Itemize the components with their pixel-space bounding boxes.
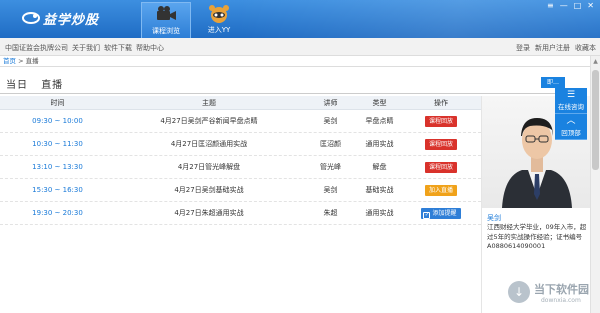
link-bookmark[interactable]: 收藏本 xyxy=(575,43,596,53)
row-time: 09:30 ~ 10:00 xyxy=(32,117,83,125)
row-topic[interactable]: 4月27日吴剑严谷新闻早盘点睛 xyxy=(115,116,303,126)
back-to-top-button[interactable]: ︿ 回顶部 xyxy=(555,114,587,140)
page-title-today: 当日 xyxy=(6,80,28,91)
chat-icon: ☰ xyxy=(566,90,576,100)
link-login[interactable]: 登录 xyxy=(516,43,530,53)
menu-icon[interactable]: ≡ xyxy=(547,1,554,10)
tab-course-browse[interactable]: 课程浏览 xyxy=(141,2,191,38)
replay-button[interactable]: 课程回放 xyxy=(424,161,457,173)
app-logo: 益学炒股 xyxy=(22,9,100,28)
page-title-live: 直播 xyxy=(41,80,64,91)
add-reminder-label: 添加提醒 xyxy=(432,209,457,217)
row-type: 通用实战 xyxy=(365,140,394,148)
download-arrow-icon: ↓ xyxy=(508,281,530,303)
divider xyxy=(0,93,585,94)
replay-button[interactable]: 课程回放 xyxy=(424,115,457,127)
back-to-top-label: 回顶部 xyxy=(561,129,581,137)
table-header: 时间 主题 讲师 类型 操作 xyxy=(0,96,481,110)
vertical-scrollbar[interactable]: ▲ xyxy=(590,56,600,313)
table-row: 13:10 ~ 13:30 4月27日管光峰解盘 管光峰 解盘 课程回放 xyxy=(0,156,481,179)
scrollbar-thumb[interactable] xyxy=(592,70,599,170)
video-camera-icon xyxy=(157,6,176,20)
link-download[interactable]: 软件下载 xyxy=(104,43,132,53)
header-type: 类型 xyxy=(372,98,387,107)
table-row: 09:30 ~ 10:00 4月27日吴剑严谷新闻早盘点睛 吴剑 早盘点睛 课程… xyxy=(0,110,481,133)
row-time: 10:30 ~ 11:30 xyxy=(32,140,83,148)
page-title: 当日 直播 xyxy=(6,76,63,91)
add-reminder-button[interactable]: ✓ 添加提醒 xyxy=(421,207,461,219)
row-time: 19:30 ~ 20:30 xyxy=(32,209,83,217)
tab-yy-label: 进入YY xyxy=(207,26,231,34)
more-tab[interactable]: 即… xyxy=(541,77,565,88)
table-row: 10:30 ~ 11:30 4月27日匡沼颜通用实战 匡沼颜 通用实战 课程回放 xyxy=(0,133,481,156)
app-name: 益学炒股 xyxy=(43,12,100,28)
row-topic[interactable]: 4月27日吴剑基础实战 xyxy=(115,185,303,195)
row-teacher: 匡沼颜 xyxy=(320,140,341,148)
breadcrumb-current: 直播 xyxy=(25,57,39,65)
header-topic: 主题 xyxy=(202,98,216,107)
row-teacher: 管光峰 xyxy=(320,163,341,171)
link-register[interactable]: 新用户注册 xyxy=(535,43,570,53)
breadcrumb-separator: > xyxy=(16,57,26,65)
window-controls: ≡ — □ ✕ xyxy=(547,1,594,10)
table-row: 19:30 ~ 20:30 4月27日朱超通用实战 朱超 通用实战 ✓ 添加提醒 xyxy=(0,202,481,225)
row-time: 15:30 ~ 16:30 xyxy=(32,186,83,194)
teacher-bio: 江西财经大学毕业，09年入市，超 过5年的实战操作经验；证书编号 A088061… xyxy=(487,223,587,250)
title-bar: 益学炒股 课程浏览 进入YY ≡ — □ ✕ xyxy=(0,0,600,38)
join-live-button[interactable]: 加入直播 xyxy=(424,184,457,196)
link-license[interactable]: 中国证监会执牌公司 xyxy=(5,43,68,53)
row-topic[interactable]: 4月27日匡沼颜通用实战 xyxy=(115,139,303,149)
close-icon[interactable]: ✕ xyxy=(587,1,594,10)
row-teacher: 吴剑 xyxy=(323,117,338,125)
row-topic[interactable]: 4月27日朱超通用实战 xyxy=(115,208,303,218)
skyline-decoration xyxy=(240,0,600,38)
online-consult-label: 在线咨询 xyxy=(558,103,584,111)
replay-button[interactable]: 课程回放 xyxy=(424,138,457,150)
row-type: 通用实战 xyxy=(365,209,394,217)
row-teacher: 朱超 xyxy=(323,209,338,217)
yy-raccoon-icon xyxy=(209,5,229,23)
minimize-icon[interactable]: — xyxy=(560,1,568,10)
row-type: 解盘 xyxy=(372,163,387,171)
header-action: 操作 xyxy=(434,98,448,107)
link-about[interactable]: 关于我们 xyxy=(72,43,100,53)
watermark-title: 当下软件园 xyxy=(534,283,589,296)
tab-enter-yy[interactable]: 进入YY xyxy=(194,2,244,38)
header-teacher: 讲师 xyxy=(323,98,338,107)
table-row: 15:30 ~ 16:30 4月27日吴剑基础实战 吴剑 基础实战 加入直播 xyxy=(0,179,481,202)
teacher-name[interactable]: 吴剑 xyxy=(487,213,501,223)
scroll-up-icon[interactable]: ▲ xyxy=(592,58,599,66)
top-link-bar: 中国证监会执牌公司 关于我们 软件下载 帮助中心 登录 新用户注册 收藏本 xyxy=(0,38,600,56)
floating-panel: ☰ 在线咨询 ︿ 回顶部 xyxy=(555,88,587,140)
breadcrumb-home[interactable]: 首页 xyxy=(3,57,16,65)
row-teacher: 吴剑 xyxy=(323,186,338,194)
row-topic[interactable]: 4月27日管光峰解盘 xyxy=(115,162,303,172)
app-window: 益学炒股 课程浏览 进入YY ≡ — □ ✕ 中国证监会执牌公司 关于我们 软件… xyxy=(0,0,600,313)
header-time: 时间 xyxy=(50,98,65,107)
link-help[interactable]: 帮助中心 xyxy=(136,43,164,53)
row-type: 早盘点睛 xyxy=(365,117,394,125)
schedule-table: 时间 主题 讲师 类型 操作 09:30 ~ 10:00 4月27日吴剑严谷新闻… xyxy=(0,96,481,225)
row-type: 基础实战 xyxy=(365,186,394,194)
checkbox-icon: ✓ xyxy=(423,211,431,219)
watermark-url: downxia.com xyxy=(541,297,581,304)
logo-icon xyxy=(22,12,40,24)
maximize-icon[interactable]: □ xyxy=(574,1,582,10)
row-time: 13:10 ~ 13:30 xyxy=(32,163,83,171)
site-watermark: ↓ 当下软件园 downxia.com xyxy=(508,279,592,309)
chevron-up-icon: ︿ xyxy=(566,116,576,126)
online-consult-button[interactable]: ☰ 在线咨询 xyxy=(555,88,587,114)
tab-course-label: 课程浏览 xyxy=(152,27,180,35)
breadcrumb: 首页 > 直播 xyxy=(0,56,590,67)
